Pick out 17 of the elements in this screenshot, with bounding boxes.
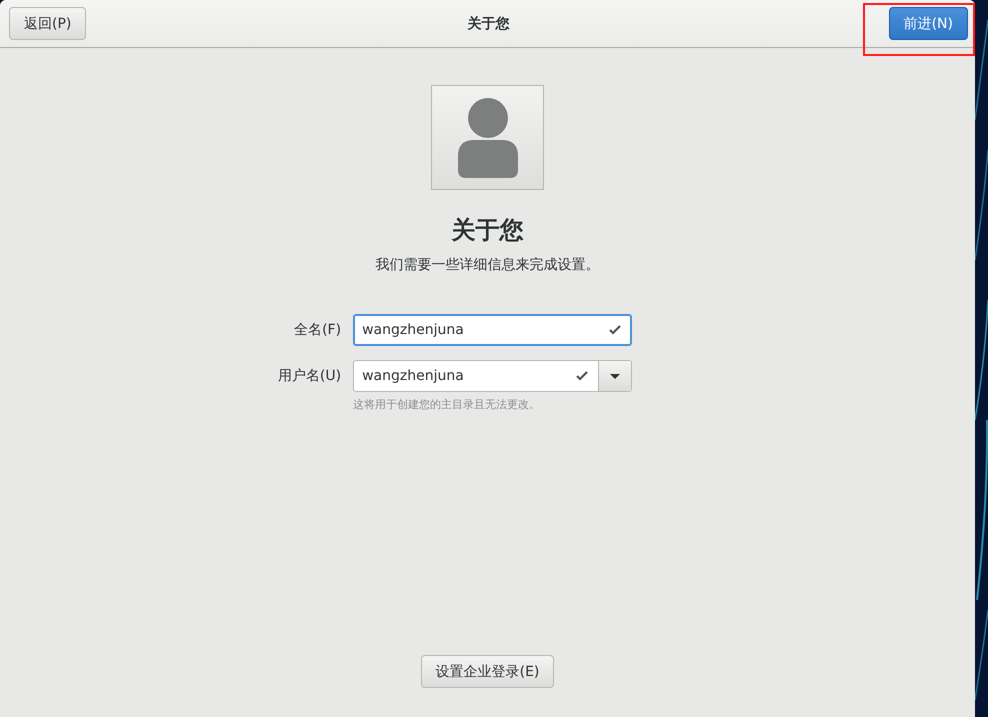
field-label: 用户名(U) — [278, 367, 342, 385]
avatar-button[interactable] — [431, 85, 544, 190]
subtitle: 我们需要一些详细信息来完成设置。 — [376, 256, 600, 274]
dropdown-button[interactable] — [598, 361, 632, 391]
window-title: 关于您 — [468, 14, 510, 32]
text-input[interactable]: wangzhenjuna — [354, 322, 610, 338]
username-field[interactable]: wangzhenjuna — [353, 360, 632, 392]
page-heading: 关于您 — [452, 215, 524, 246]
caret-icon — [610, 374, 620, 378]
next-button[interactable]: 前进(N) — [888, 7, 968, 40]
text-input[interactable]: wangzhenjuna — [354, 368, 576, 384]
enterprise-login-button[interactable]: 设置企业登录(E) — [420, 655, 554, 688]
full-name-field[interactable]: wangzhenjuna — [353, 314, 632, 346]
field-label: 全名(F) — [293, 321, 342, 339]
user-icon — [458, 98, 518, 178]
field-hint: 这将用于创建您的主目录且无法更改。 — [353, 397, 542, 412]
back-button[interactable]: 返回(P) — [9, 7, 86, 40]
